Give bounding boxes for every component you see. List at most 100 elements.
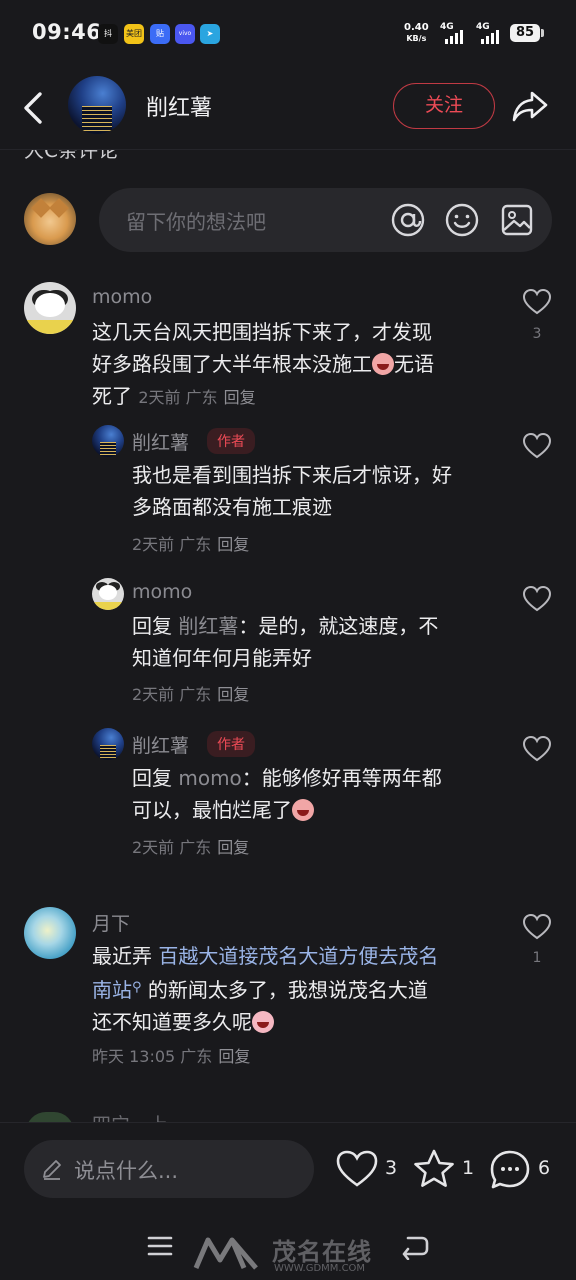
status-time: 09:46 bbox=[32, 20, 102, 44]
bottom-action-bar: 说点什么... 3 1 6 bbox=[0, 1122, 576, 1214]
battery-icon: 85 bbox=[510, 24, 540, 42]
reply-text-line: 回复 momo：能够修好再等两年都 bbox=[132, 762, 502, 794]
comment-text-part: 的新闻太多了，我想说茂名大道 bbox=[147, 978, 428, 1002]
commenter-avatar[interactable] bbox=[24, 282, 76, 334]
like-heart-icon[interactable] bbox=[522, 585, 552, 613]
like-count: 3 bbox=[532, 326, 542, 342]
replier-name[interactable]: 削红薯 bbox=[132, 731, 189, 758]
reply-prefix: 回复 bbox=[132, 766, 172, 790]
battery-tip bbox=[541, 29, 544, 37]
commenter-name[interactable]: momo bbox=[92, 286, 152, 308]
author-badge: 作者 bbox=[207, 731, 255, 757]
reply-text-line: 知道何年何月能弄好 bbox=[132, 646, 312, 670]
reply-text-line: 多路面都没有施工痕迹 bbox=[132, 495, 332, 519]
reply-to-user[interactable]: 削红薯 bbox=[178, 614, 238, 638]
like-count: 3 bbox=[385, 1157, 398, 1179]
commenter-avatar[interactable] bbox=[24, 907, 76, 959]
status-bar: 09:46 抖 美团 贴 vivo ➤ 0.40 KB/s 4G 4G 85 bbox=[0, 0, 576, 68]
reply-location: 广东 bbox=[179, 535, 212, 554]
signal-bars-2-icon bbox=[481, 30, 499, 44]
douyin-icon: 抖 bbox=[98, 24, 118, 44]
share-icon[interactable] bbox=[510, 86, 550, 126]
author-badge: 作者 bbox=[207, 428, 255, 454]
commenter-name[interactable]: 月下 bbox=[92, 909, 130, 936]
replier-avatar[interactable] bbox=[92, 425, 124, 457]
partial-comment-count: 大C条评论 bbox=[24, 150, 144, 160]
like-heart-icon[interactable] bbox=[522, 432, 552, 460]
reply-text-line: 可以，最怕烂尾了 bbox=[132, 794, 502, 826]
reply-meta: 2天前 广东 回复 bbox=[132, 834, 249, 858]
comment-text-line: 还不知道要多久呢 bbox=[92, 1006, 502, 1038]
reply-link[interactable]: 回复 bbox=[217, 685, 249, 704]
reply-text-line: 我也是看到围挡拆下来后才惊讶，好 bbox=[132, 463, 452, 487]
favorite-star-icon[interactable] bbox=[412, 1148, 456, 1190]
emoji-icon[interactable] bbox=[444, 202, 480, 238]
like-heart-icon[interactable] bbox=[522, 288, 552, 316]
like-heart-icon[interactable] bbox=[335, 1149, 379, 1189]
reply-text-part: 可以，最怕烂尾了 bbox=[132, 798, 292, 822]
reply-text: 回复 momo：能够修好再等两年都 可以，最怕烂尾了 bbox=[132, 762, 502, 826]
replier-avatar[interactable] bbox=[92, 578, 124, 610]
say-something-placeholder[interactable]: 说点什么... bbox=[74, 1155, 178, 1185]
follow-button[interactable]: 关注 bbox=[393, 83, 495, 129]
reply-to-user[interactable]: momo bbox=[178, 766, 241, 790]
menu-icon[interactable] bbox=[146, 1234, 174, 1258]
image-icon[interactable] bbox=[499, 202, 535, 238]
reply-text: 我也是看到围挡拆下来后才惊讶，好 多路面都没有施工痕迹 bbox=[132, 459, 502, 523]
topic-link[interactable]: 南站 bbox=[92, 978, 132, 1002]
sad-emoji-icon bbox=[252, 1011, 274, 1033]
comment-text-part: 最近弄 bbox=[92, 944, 152, 968]
comment-location: 广东 bbox=[185, 388, 218, 407]
reply-prefix: 回复 bbox=[132, 614, 172, 638]
reply-link[interactable]: 回复 bbox=[217, 535, 249, 554]
reply-time: 2天前 bbox=[132, 838, 175, 857]
top-header: 削红薯 关注 bbox=[0, 68, 576, 150]
search-icon[interactable]: ⚲ bbox=[132, 980, 142, 995]
comment-text-part: 好多路段围了大半年根本没施工 bbox=[92, 352, 372, 376]
comment-text-part: 死了 bbox=[92, 384, 132, 408]
replier-name[interactable]: momo bbox=[132, 581, 192, 603]
signal-bars-1-icon bbox=[445, 30, 463, 44]
reply-text-line: 回复 削红薯：是的，就这速度，不 bbox=[132, 610, 502, 642]
reply-time: 2天前 bbox=[132, 685, 175, 704]
telegram-icon: ➤ bbox=[200, 24, 220, 44]
at-mention-icon[interactable] bbox=[390, 202, 426, 238]
comment-input-placeholder[interactable]: 留下你的想法吧 bbox=[126, 206, 266, 235]
tieba-icon: 贴 bbox=[150, 24, 170, 44]
author-avatar[interactable] bbox=[68, 76, 126, 134]
comment-text-line: 这几天台风天把围挡拆下来了，才发现 bbox=[92, 320, 432, 344]
topic-link[interactable]: 百越大道接茂名大道方便去茂名 bbox=[158, 944, 438, 968]
replier-name[interactable]: 削红薯 bbox=[132, 428, 189, 455]
comment-meta: 2天前 广东 回复 bbox=[138, 388, 255, 407]
comment-text-line: 南站⚲ 的新闻太多了，我想说茂名大道 bbox=[92, 972, 502, 1006]
reply-time: 2天前 bbox=[132, 535, 175, 554]
like-heart-icon[interactable] bbox=[522, 913, 552, 941]
comment-text: 最近弄 百越大道接茂名大道方便去茂名 南站⚲ 的新闻太多了，我想说茂名大道 还不… bbox=[92, 940, 502, 1038]
watermark-brand: 茂名在线 bbox=[272, 1238, 372, 1266]
pencil-icon bbox=[43, 1160, 61, 1180]
meituan-icon: 美团 bbox=[124, 24, 144, 44]
replier-avatar[interactable] bbox=[92, 728, 124, 760]
system-nav-bar: 茂名在线 WWW.GDMM.COM bbox=[0, 1214, 576, 1280]
crying-emoji-icon bbox=[372, 353, 394, 375]
comment-text-part: 无语 bbox=[394, 352, 434, 376]
comment-meta: 昨天 13:05 广东 回复 bbox=[92, 1043, 250, 1067]
reply-link[interactable]: 回复 bbox=[218, 1047, 250, 1066]
comment-text: 这几天台风天把围挡拆下来了，才发现 好多路段围了大半年根本没施工 无语 死了 2天… bbox=[92, 316, 502, 414]
reply-link[interactable]: 回复 bbox=[217, 838, 249, 857]
comment-time: 2天前 bbox=[138, 388, 181, 407]
back-arrow-icon[interactable] bbox=[18, 90, 50, 126]
watermark-site: WWW.GDMM.COM bbox=[274, 1263, 366, 1274]
like-heart-icon[interactable] bbox=[522, 735, 552, 763]
network-speed-unit: KB/s bbox=[406, 34, 427, 43]
author-name[interactable]: 削红薯 bbox=[146, 90, 212, 122]
reply-text: 回复 削红薯：是的，就这速度，不 知道何年何月能弄好 bbox=[132, 610, 502, 674]
comment-text-line: 死了 2天前 广东 回复 bbox=[92, 380, 502, 414]
reply-link[interactable]: 回复 bbox=[224, 388, 256, 407]
comment-time: 昨天 13:05 bbox=[92, 1047, 176, 1066]
comment-text-line: 好多路段围了大半年根本没施工 无语 bbox=[92, 348, 502, 380]
comment-bubble-icon[interactable] bbox=[488, 1148, 532, 1192]
reply-meta: 2天前 广东 回复 bbox=[132, 681, 249, 705]
reply-location: 广东 bbox=[179, 685, 212, 704]
back-gesture-icon[interactable] bbox=[400, 1234, 430, 1260]
